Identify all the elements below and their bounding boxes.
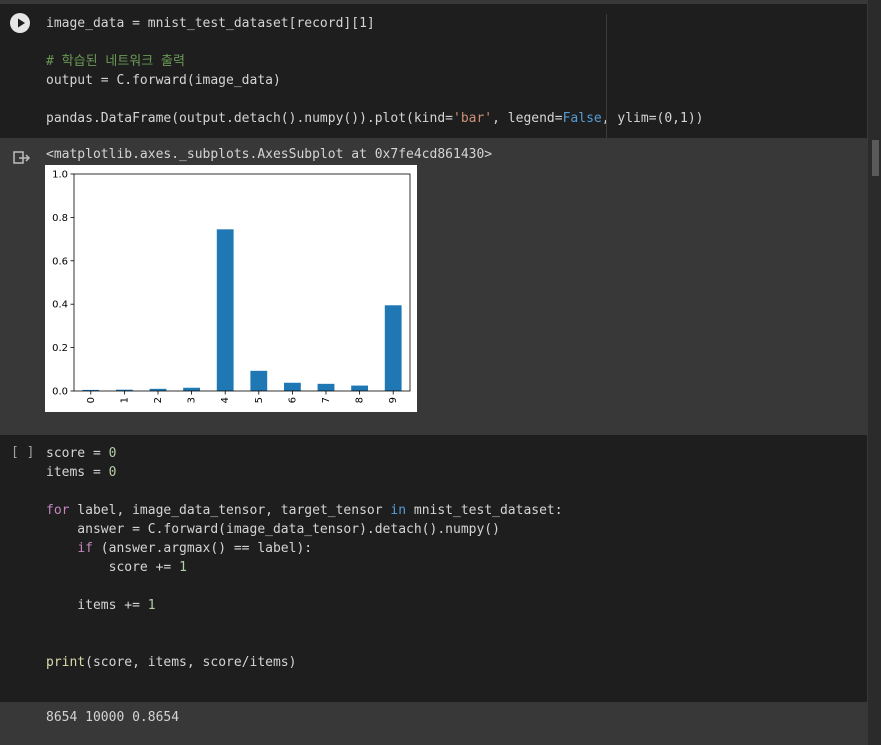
code-number: 0 bbox=[108, 465, 117, 480]
code-function: print bbox=[46, 655, 86, 670]
bar-7 bbox=[317, 383, 335, 391]
x-tick-label: 3 bbox=[187, 397, 198, 403]
code-keyword: in bbox=[390, 503, 407, 518]
code-cell-1[interactable]: image_data = mnist_test_dataset[record][… bbox=[0, 4, 867, 138]
code-line: mnist_test_dataset: bbox=[406, 503, 563, 518]
bar-chart-svg: 0 1 2 3 4 5 6 7 8 9 0.0 0.2 0.4 0.6 0.8 1.0 bbox=[52, 170, 411, 403]
output-icon[interactable] bbox=[13, 150, 31, 166]
y-tick-label: 0.0 bbox=[52, 387, 68, 398]
execution-count[interactable]: [ ] bbox=[11, 445, 34, 460]
bar-4 bbox=[216, 229, 234, 391]
x-tick-label: 2 bbox=[153, 397, 164, 403]
colab-notebook: image_data = mnist_test_dataset[record][… bbox=[0, 0, 881, 745]
run-cell-button[interactable] bbox=[10, 13, 30, 33]
x-tick-label: 8 bbox=[355, 397, 366, 403]
x-tick-label: 4 bbox=[220, 397, 231, 403]
x-tick-label: 9 bbox=[388, 397, 399, 403]
y-tick-label: 1.0 bbox=[52, 170, 68, 181]
code-line: items += bbox=[46, 598, 148, 613]
play-icon bbox=[18, 18, 25, 28]
code-string: 'bar' bbox=[453, 111, 493, 126]
code-line: score += bbox=[46, 560, 180, 575]
x-tick-label: 5 bbox=[254, 397, 265, 403]
x-tick-label: 7 bbox=[321, 397, 332, 403]
scrollbar-thumb[interactable] bbox=[872, 140, 879, 176]
code-line: (answer.argmax() == label): bbox=[92, 541, 313, 556]
code-comment: # 학습된 네트워크 출력 bbox=[46, 54, 185, 69]
x-tick-label: 6 bbox=[287, 397, 298, 403]
y-tick-label: 0.2 bbox=[52, 343, 68, 354]
plot-frame bbox=[73, 173, 411, 392]
cell-output-1: <matplotlib.axes._subplots.AxesSubplot a… bbox=[0, 138, 867, 435]
bar-3 bbox=[183, 387, 200, 391]
code-keyword: for bbox=[46, 503, 70, 518]
code-number: 1 bbox=[147, 598, 156, 613]
code-line: , legend= bbox=[492, 111, 563, 126]
x-tick-label: 0 bbox=[86, 397, 97, 403]
code-line: label, image_data_tensor, target_tensor bbox=[69, 503, 391, 518]
scrollbar-track[interactable] bbox=[868, 0, 881, 745]
cell-output-2: 8654 10000 0.8654 bbox=[0, 702, 867, 745]
code-line: output = C.forward(image_data) bbox=[46, 73, 281, 88]
bar-chart: 0 1 2 3 4 5 6 7 8 9 0.0 0.2 0.4 0.6 0.8 1.0 bbox=[45, 165, 417, 412]
bar-9 bbox=[384, 305, 402, 391]
bar-5 bbox=[250, 370, 268, 391]
output-repr-text: <matplotlib.axes._subplots.AxesSubplot a… bbox=[46, 147, 493, 162]
code-line: pandas.DataFrame(output.detach().numpy()… bbox=[46, 111, 453, 126]
x-tick-label: 1 bbox=[119, 397, 130, 403]
code-number: 0 bbox=[108, 446, 117, 461]
y-tick-label: 0.6 bbox=[52, 256, 68, 267]
code-keyword: if bbox=[77, 541, 93, 556]
y-tick-label: 0.4 bbox=[52, 300, 68, 311]
code-line: (score, items, score/items) bbox=[85, 655, 297, 670]
code-editor-1[interactable]: image_data = mnist_test_dataset[record][… bbox=[46, 14, 703, 128]
code-line: items = bbox=[46, 465, 109, 480]
code-line: answer = C.forward(image_data_tensor).de… bbox=[46, 522, 500, 537]
y-tick-label: 0.8 bbox=[52, 213, 68, 224]
code-editor-2[interactable]: score = 0 items = 0 for label, image_dat… bbox=[46, 444, 563, 672]
code-number: 1 bbox=[179, 560, 187, 575]
code-line: image_data = mnist_test_dataset[record][… bbox=[46, 16, 375, 31]
output-result-text: 8654 10000 0.8654 bbox=[46, 710, 180, 725]
code-line: score = bbox=[46, 446, 109, 461]
bar-8 bbox=[351, 385, 368, 391]
code-cell-2[interactable]: [ ] score = 0 items = 0 for label, image… bbox=[0, 435, 867, 702]
bar-6 bbox=[284, 382, 301, 391]
ruler-line bbox=[606, 14, 607, 138]
code-keyword: False bbox=[562, 111, 602, 126]
code-line: , ylim=(0,1)) bbox=[601, 111, 704, 126]
